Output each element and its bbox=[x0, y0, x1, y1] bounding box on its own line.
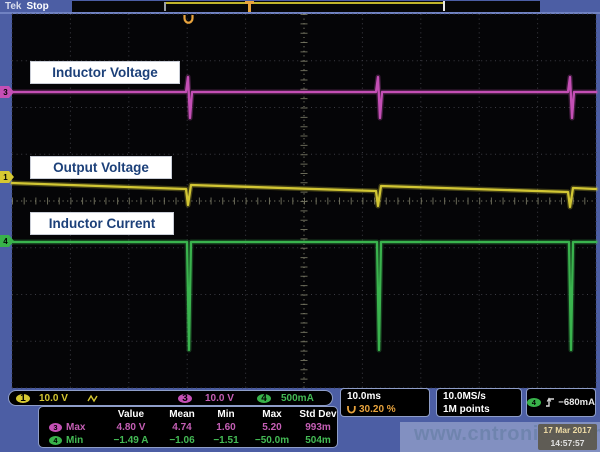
meas-row-ch3-label: 3 Max bbox=[43, 422, 103, 433]
meas-header-min: Min bbox=[205, 409, 247, 420]
ch3-scale-readout[interactable]: 10.0 V bbox=[205, 393, 234, 404]
record-length: 1M points bbox=[443, 403, 515, 416]
zoom-bracket-left-tick bbox=[164, 2, 166, 11]
time-label: 14:57:57 bbox=[538, 437, 597, 449]
ch1-ref-number: 1 bbox=[3, 173, 7, 182]
horizontal-readout-box[interactable]: 10.0ms 30.20 % bbox=[340, 388, 430, 417]
ch3-ref-number: 3 bbox=[3, 88, 7, 97]
trigger-position-mini-icon bbox=[347, 406, 356, 414]
inductor-voltage-label: Inductor Voltage bbox=[30, 61, 180, 84]
ch1-coupling-icon bbox=[87, 394, 99, 403]
output-voltage-label: Output Voltage bbox=[30, 156, 172, 179]
ch4-ref-number: 4 bbox=[3, 237, 7, 246]
acq-state-label: Stop bbox=[27, 1, 49, 12]
meas-mean: −1.06 bbox=[159, 435, 205, 446]
ch4-badge[interactable]: 4 bbox=[257, 394, 271, 403]
meas-max: 5.20 bbox=[247, 422, 297, 433]
meas-row-ch4-label: 4 Min bbox=[43, 435, 103, 446]
channel-readout-bar[interactable]: 1 10.0 V 3 10.0 V 4 500mA bbox=[8, 390, 333, 406]
meas-min: 1.60 bbox=[205, 422, 247, 433]
meas-max: −50.0m bbox=[247, 435, 297, 446]
meas-stddev: 993m bbox=[297, 422, 339, 433]
trigger-source-badge: 4 bbox=[527, 398, 541, 407]
trigger-readout-box[interactable]: 4 −680mA bbox=[526, 388, 596, 417]
meas-header-stddev: Std Dev bbox=[297, 409, 339, 420]
expansion-point-icon bbox=[183, 15, 194, 24]
ch3-badge: 3 bbox=[49, 423, 62, 432]
horizontal-scale: 10.0ms bbox=[347, 390, 423, 403]
acquisition-readout-box[interactable]: 10.0MS/s 1M points bbox=[436, 388, 522, 417]
ch4-scale-readout[interactable]: 500mA bbox=[281, 393, 314, 404]
meas-name: Max bbox=[66, 422, 85, 433]
sample-rate: 10.0MS/s bbox=[443, 390, 515, 403]
trigger-level: −680mA bbox=[558, 397, 595, 408]
trigger-position-percent: 30.20 % bbox=[359, 403, 396, 416]
ch4-badge: 4 bbox=[49, 436, 62, 445]
tek-logo: Tek bbox=[5, 1, 22, 12]
trigger-position-icon[interactable] bbox=[245, 1, 255, 12]
ch1-scale-readout[interactable]: 10.0 V bbox=[39, 393, 68, 404]
datetime-box: 17 Mar 2017 14:57:57 bbox=[538, 424, 597, 450]
meas-name: Min bbox=[66, 435, 83, 446]
meas-value: 4.80 V bbox=[103, 422, 159, 433]
measurement-table: Value Mean Min Max Std Dev 3 Max 4.80 V … bbox=[38, 406, 338, 448]
meas-value: −1.49 A bbox=[103, 435, 159, 446]
inductor-current-label: Inductor Current bbox=[30, 212, 174, 235]
meas-mean: 4.74 bbox=[159, 422, 205, 433]
meas-min: −1.51 bbox=[205, 435, 247, 446]
zoom-bracket-right-tick bbox=[443, 1, 445, 11]
ch1-badge[interactable]: 1 bbox=[16, 394, 30, 403]
oscilloscope-screen: Tek Stop 3 1 4 Inductor Voltage Output V… bbox=[0, 0, 600, 452]
rising-edge-icon bbox=[545, 397, 555, 408]
ch3-badge[interactable]: 3 bbox=[178, 394, 192, 403]
meas-header-mean: Mean bbox=[159, 409, 205, 420]
date-label: 17 Mar 2017 bbox=[538, 424, 597, 437]
meas-stddev: 504m bbox=[297, 435, 339, 446]
meas-header-value: Value bbox=[103, 409, 159, 420]
meas-header-max: Max bbox=[247, 409, 297, 420]
